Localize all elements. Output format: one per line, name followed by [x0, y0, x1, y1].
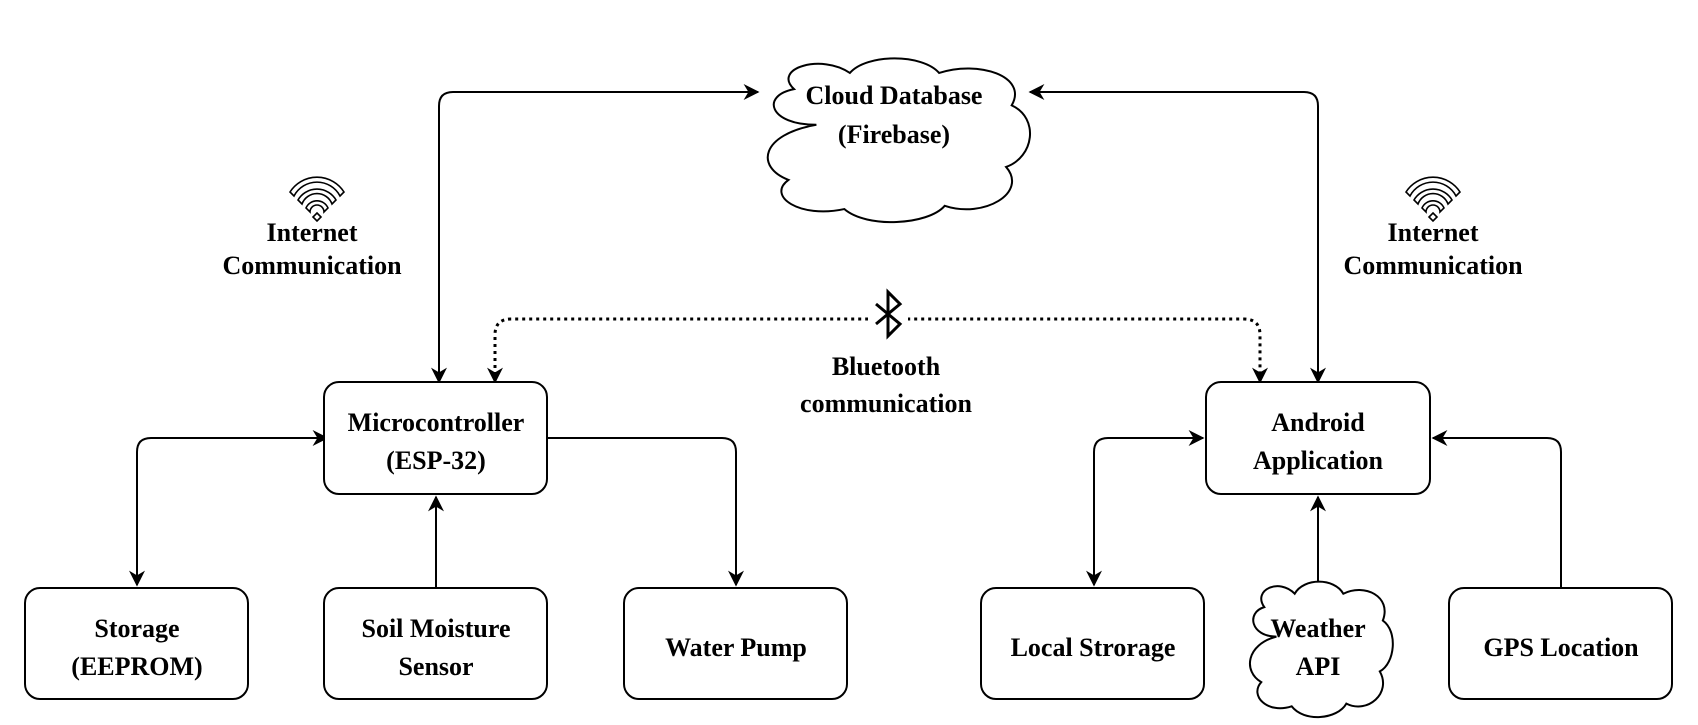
wifi-icon	[288, 176, 346, 223]
android-subtitle: Application	[1253, 446, 1384, 475]
local-storage-title: Local Strorage	[1011, 633, 1176, 662]
android-title: Android	[1271, 408, 1365, 437]
soil-subtitle: Sensor	[398, 652, 473, 681]
gps-title: GPS Location	[1483, 633, 1639, 662]
edge-micro-storage	[129, 430, 329, 587]
edge-android-local	[1086, 430, 1205, 587]
bluetooth-label-2: communication	[800, 389, 972, 418]
internet-label-right-2: Communication	[1343, 251, 1523, 280]
microcontroller-node[interactable]: Microcontroller (ESP-32)	[323, 381, 548, 495]
edge-micro-cloud	[431, 84, 760, 384]
edge-gps-android	[1431, 430, 1562, 588]
wifi-icon	[1404, 176, 1462, 223]
soil-title: Soil Moisture	[361, 614, 510, 643]
water-pump-title: Water Pump	[665, 633, 807, 662]
weather-subtitle: API	[1296, 652, 1341, 681]
microcontroller-title: Microcontroller	[348, 408, 525, 437]
gps-location-node[interactable]: GPS Location	[1448, 587, 1673, 700]
microcontroller-subtitle: (ESP-32)	[386, 446, 486, 475]
storage-title: Storage	[94, 614, 179, 643]
local-storage-node[interactable]: Local Strorage	[980, 587, 1205, 700]
water-pump-node[interactable]: Water Pump	[623, 587, 848, 700]
weather-title: Weather	[1270, 614, 1365, 643]
system-architecture-diagram: Cloud Database (Firebase) Internet Commu…	[24, 0, 1673, 725]
edge-android-cloud	[1028, 84, 1326, 384]
cloud-database-node[interactable]: Cloud Database (Firebase)	[768, 58, 1030, 222]
internet-label-left: Internet	[267, 218, 358, 247]
soil-sensor-node[interactable]: Soil Moisture Sensor	[323, 587, 548, 700]
storage-node[interactable]: Storage (EEPROM)	[24, 587, 249, 700]
android-app-node[interactable]: Android Application	[1205, 381, 1431, 495]
internet-label-left-2: Communication	[222, 251, 402, 280]
weather-api-node[interactable]: Weather API	[1250, 582, 1393, 717]
storage-subtitle: (EEPROM)	[71, 652, 202, 681]
cloud-database-title: Cloud Database	[806, 81, 983, 110]
edge-micro-pump	[547, 437, 744, 587]
bluetooth-label: Bluetooth	[832, 352, 941, 381]
internet-label-right: Internet	[1388, 218, 1479, 247]
cloud-database-subtitle: (Firebase)	[838, 120, 950, 149]
